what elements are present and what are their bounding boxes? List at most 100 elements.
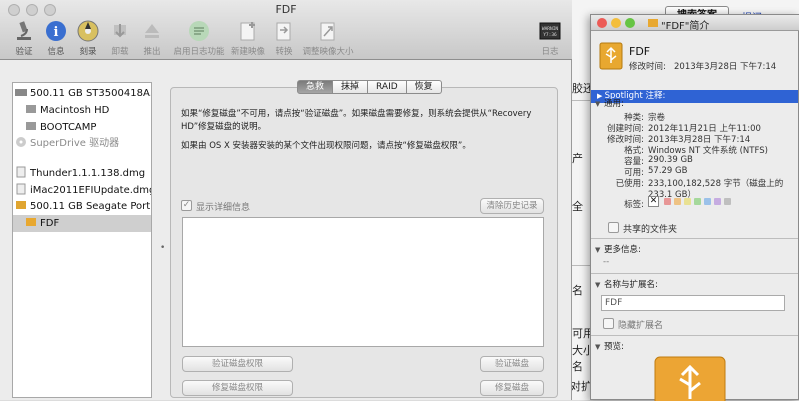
shared-folder-checkbox[interactable] — [608, 222, 619, 233]
tab-erase[interactable]: 抹掉 — [333, 80, 369, 94]
resize-image-icon — [320, 22, 335, 41]
disk-sidebar[interactable]: 500.11 GB ST3500418A… Macintosh HD BOOTC… — [12, 82, 152, 398]
svg-text:WARNIN: WARNIN — [542, 26, 559, 32]
name-field[interactable]: FDF — [601, 295, 785, 311]
permissions-description: 如果由 OS X 安装器安装的某个文件出现权限问题，请点按“修复磁盘权限”。 — [181, 141, 471, 151]
preview-section-header[interactable]: ▼ 预览: — [595, 340, 624, 352]
usb-drive-preview-icon — [654, 356, 726, 401]
disclosure-triangle-icon: ▼ — [595, 100, 601, 108]
sidebar-item-superdrive[interactable]: SuperDrive 驱动器 — [15, 135, 151, 152]
section-divider — [591, 273, 798, 274]
eject-icon — [145, 24, 159, 38]
close-window-button[interactable] — [597, 18, 607, 28]
background-text: 产 — [572, 152, 583, 165]
tag-color-swatch[interactable] — [694, 198, 701, 205]
tab-raid[interactable]: RAID — [368, 80, 407, 94]
background-divider — [572, 265, 592, 266]
tags-label: 标签: — [624, 200, 644, 210]
more-info-section-header[interactable]: ▼ 更多信息: — [595, 243, 641, 255]
repair-permissions-button[interactable]: 修复磁盘权限 — [182, 380, 293, 396]
minimize-window-button[interactable] — [611, 18, 621, 28]
disclosure-triangle-icon: ▼ — [595, 343, 601, 351]
disk-utility-toolbar: FDF 验证 i 信息 刻录 卸载 推出 启用日志功能 新建映像 转换 调整映像… — [0, 0, 572, 60]
info-volume-name: FDF — [629, 45, 651, 58]
unmount-icon — [114, 24, 126, 38]
svg-text:Y7:36: Y7:36 — [543, 32, 557, 38]
volume-icon — [26, 105, 36, 113]
tag-color-swatch[interactable] — [674, 198, 681, 205]
info-icon: i — [46, 21, 66, 41]
volume-icon — [26, 122, 36, 130]
zoom-window-button[interactable] — [625, 18, 635, 28]
resize-image-toolbar-button[interactable]: 调整映像大小 — [300, 20, 356, 57]
svg-text:i: i — [54, 25, 59, 40]
info-titlebar: "FDF"简介 — [591, 15, 799, 32]
hide-extension-label: 隐藏扩展名 — [618, 321, 664, 331]
tab-restore[interactable]: 恢复 — [406, 80, 442, 94]
no-tag-swatch[interactable]: ✕ — [648, 196, 659, 207]
tab-first-aid[interactable]: 急救 — [297, 80, 334, 94]
show-details-checkbox[interactable]: ✓ — [181, 200, 192, 211]
repair-disk-button[interactable]: 修复磁盘 — [480, 380, 544, 396]
tab-bar: 急救 抹掉 RAID 恢复 — [297, 80, 442, 94]
convert-icon — [276, 22, 291, 41]
sidebar-item-volume[interactable]: Macintosh HD — [25, 102, 151, 119]
journal-icon — [189, 21, 209, 41]
tag-color-swatch[interactable] — [664, 198, 671, 205]
tag-color-swatch[interactable] — [684, 198, 691, 205]
microscope-icon — [17, 21, 31, 40]
background-divider — [572, 100, 592, 101]
info-row-value: 290.39 GB — [648, 155, 693, 165]
first-aid-description: 如果“修复磁盘”不可用，请点按“验证磁盘”。如果磁盘需要修复，则系统会提供从“R… — [181, 109, 532, 132]
usb-volume-icon — [26, 218, 36, 226]
verify-permissions-button[interactable]: 验证磁盘权限 — [182, 356, 293, 372]
log-icon: WARNINY7:36 — [539, 22, 561, 40]
show-details-label: 显示详细信息 — [196, 203, 251, 213]
sidebar-item-dmg[interactable]: iMac2011EFIUpdate.dmg — [15, 182, 151, 199]
tag-color-swatch[interactable] — [714, 198, 721, 205]
disclosure-triangle-icon: ▼ — [595, 246, 601, 254]
enable-journaling-toolbar-button[interactable]: 启用日志功能 — [172, 20, 226, 57]
eject-toolbar-button[interactable]: 推出 — [130, 20, 174, 57]
disclosure-triangle-icon: ▼ — [595, 281, 601, 289]
log-output-area — [182, 217, 544, 347]
dmg-icon — [16, 166, 26, 178]
name-extension-section-header[interactable]: ▼ 名称与扩展名: — [595, 278, 658, 290]
section-divider — [591, 335, 798, 336]
sidebar-item-fdf[interactable]: FDF — [13, 215, 151, 232]
tag-color-swatch[interactable] — [724, 198, 731, 205]
log-toolbar-button[interactable]: WARNIN Y7:36 日志 — [528, 20, 572, 57]
info-row-label: 已使用: — [615, 179, 644, 189]
hard-drive-icon — [15, 89, 27, 96]
usb-drive-icon — [599, 42, 623, 70]
info-row-value: 57.29 GB — [648, 166, 688, 176]
sidebar-item-volume[interactable]: BOOTCAMP — [25, 119, 151, 136]
info-modified-value: 2013年3月28日 下午7:14 — [674, 62, 777, 72]
tag-color-swatch[interactable] — [704, 198, 711, 205]
sidebar-item-disk[interactable]: 500.11 GB ST3500418A… — [15, 85, 151, 102]
shared-folder-label: 共享的文件夹 — [623, 225, 678, 235]
disk-utility-window: FDF 验证 i 信息 刻录 卸载 推出 启用日志功能 新建映像 转换 调整映像… — [0, 0, 572, 400]
split-view-handle[interactable]: • — [160, 243, 165, 253]
external-drive-icon — [16, 201, 26, 209]
more-info-value: -- — [603, 257, 610, 267]
clear-history-button[interactable]: 清除历史记录 — [480, 198, 544, 214]
get-info-window: "FDF"简介 FDF 修改时间: 2013年3月28日 下午7:14 ▶ Sp… — [590, 14, 799, 401]
info-window-title: "FDF"简介 — [661, 21, 710, 32]
new-image-icon — [240, 22, 255, 41]
background-text: 名 — [572, 360, 583, 373]
dmg-icon — [16, 183, 26, 195]
background-text: 名 — [572, 284, 583, 297]
burn-disc-icon — [77, 20, 99, 42]
sidebar-item-external-disk[interactable]: 500.11 GB Seagate Port… — [15, 198, 151, 215]
general-section-header[interactable]: ▼ 通用: — [595, 97, 624, 109]
usb-volume-icon — [648, 19, 658, 27]
background-text: 对扩 — [570, 380, 592, 393]
window-title: FDF — [275, 3, 297, 16]
optical-drive-icon — [16, 137, 26, 147]
section-divider — [591, 238, 798, 239]
info-modified-label: 修改时间: — [629, 62, 666, 72]
hide-extension-checkbox[interactable] — [603, 318, 614, 329]
sidebar-item-dmg[interactable]: Thunder1.1.1.138.dmg — [15, 165, 151, 182]
verify-disk-button[interactable]: 验证磁盘 — [480, 356, 544, 372]
